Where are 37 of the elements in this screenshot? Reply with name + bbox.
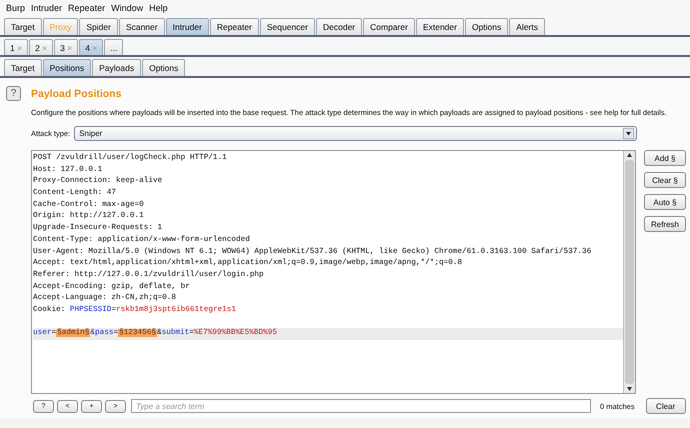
side-button[interactable]: Auto § <box>644 194 686 210</box>
side-button[interactable]: Add § <box>644 150 686 166</box>
menu-item[interactable]: Window <box>111 3 144 13</box>
main-tab[interactable]: Sequencer <box>260 18 315 35</box>
sub-tab[interactable]: Positions <box>42 59 92 76</box>
main-tab[interactable]: Decoder <box>316 18 362 35</box>
attack-tab[interactable]: ... <box>104 39 124 55</box>
menu-item[interactable]: Repeater <box>68 3 106 13</box>
attack-tab[interactable]: 2 × <box>29 39 54 55</box>
sub-tab[interactable]: Options <box>142 59 186 76</box>
menu-item[interactable]: Burp <box>6 3 26 13</box>
menu-item[interactable]: Intruder <box>31 3 62 13</box>
main-tab[interactable]: Scanner <box>118 18 165 35</box>
side-button[interactable]: Refresh <box>644 216 686 232</box>
main-tab[interactable]: Spider <box>79 18 118 35</box>
attack-tab[interactable]: 1 × <box>4 39 28 55</box>
caret-icon <box>623 128 634 139</box>
sub-tab[interactable]: Target <box>4 59 42 76</box>
section-title: Payload Positions <box>31 88 122 100</box>
main-tab[interactable]: Alerts <box>509 18 545 35</box>
search-field[interactable]: Type a search term <box>131 399 591 413</box>
help-button[interactable]: ? <box>6 86 21 101</box>
main-tab[interactable]: Comparer <box>363 18 415 35</box>
request-editor[interactable] <box>31 150 636 394</box>
attack-tab[interactable]: 4 × <box>79 39 104 55</box>
main-tab[interactable]: Repeater <box>210 18 259 35</box>
attack-tab[interactable]: 3 × <box>54 39 78 55</box>
side-button[interactable]: Clear § <box>644 172 686 188</box>
main-tab[interactable]: Target <box>4 18 42 35</box>
main-tab[interactable]: Options <box>464 18 508 35</box>
attack-type-dropdown[interactable]: Sniper <box>74 126 638 141</box>
main-tab[interactable]: Intruder <box>166 18 209 35</box>
scrollbar[interactable] <box>623 151 635 393</box>
sub-tab[interactable]: Payloads <box>92 59 142 76</box>
clear-button[interactable]: Clear <box>646 398 686 414</box>
main-tab[interactable]: Extender <box>416 18 464 35</box>
menu-item[interactable]: Help <box>149 3 168 13</box>
